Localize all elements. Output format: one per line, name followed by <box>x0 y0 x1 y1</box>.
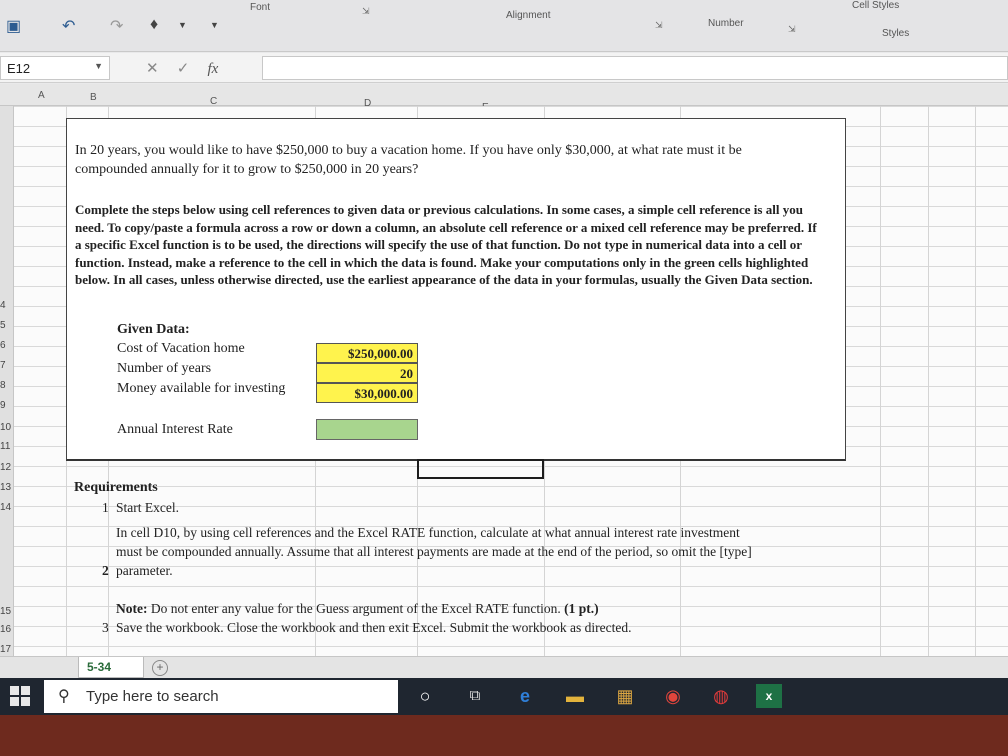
requirement-3-text: Save the workbook. Close the workbook an… <box>116 620 632 635</box>
row-header-12[interactable]: 12 <box>0 462 11 473</box>
given-data-title: Given Data: <box>117 322 190 337</box>
row-header-4[interactable]: 4 <box>0 300 6 311</box>
requirement-3-number: 3 <box>102 620 109 635</box>
dropdown-icon[interactable]: ▼ <box>178 20 187 30</box>
requirement-2-line-2: must be compounded annually. Assume that… <box>116 544 752 559</box>
number-dialog-launcher-icon[interactable]: ⇲ <box>788 24 796 35</box>
windows-start-icon[interactable] <box>10 686 30 706</box>
save-icon[interactable]: ▣ <box>6 16 21 36</box>
row-header-9[interactable]: 9 <box>0 400 6 411</box>
redo-icon[interactable]: ↷ <box>110 16 123 36</box>
note-prefix: Note: <box>116 601 148 616</box>
search-icon: ⚲ <box>58 688 70 705</box>
row-header-7[interactable]: 7 <box>0 360 6 371</box>
row-header-6[interactable]: 6 <box>0 340 6 351</box>
question-text: In 20 years, you would like to have $250… <box>75 143 742 177</box>
app-icon[interactable]: ◍ <box>708 684 734 708</box>
requirement-2-number: 2 <box>102 563 109 578</box>
customize-qat-icon[interactable]: ▼ <box>210 20 219 30</box>
new-sheet-icon[interactable]: + <box>152 660 168 676</box>
annual-rate-input-cell[interactable] <box>316 419 418 440</box>
note-text: Do not enter any value for the Guess arg… <box>150 601 561 616</box>
search-placeholder: Type here to search <box>86 688 219 705</box>
insert-function-icon[interactable]: fx <box>208 61 219 77</box>
formula-input[interactable] <box>262 56 1008 80</box>
alignment-dialog-launcher-icon[interactable]: ⇲ <box>655 20 663 31</box>
row-header-8[interactable]: 8 <box>0 380 6 391</box>
column-headers: A B C D E F G H I J K <box>0 84 1008 132</box>
cell-styles-button[interactable]: Cell Styles <box>852 0 899 11</box>
sheet-tab-5-34[interactable]: 5-34 <box>78 657 144 678</box>
row-header-16[interactable]: 16 <box>0 624 11 635</box>
ribbon-group-styles: Styles <box>882 28 910 39</box>
requirement-1-number: 1 <box>102 500 109 515</box>
requirement-1-text: Start Excel. <box>116 500 179 515</box>
row-header-17[interactable]: 17 <box>0 644 11 655</box>
instructions-textbox[interactable]: In 20 years, you would like to have $250… <box>66 118 846 461</box>
requirement-note: Note: Do not enter any value for the Gue… <box>116 600 816 619</box>
name-box[interactable]: E12 ▼ <box>0 56 110 80</box>
chevron-down-icon[interactable]: ▼ <box>94 61 103 71</box>
row-header-14[interactable]: 14 <box>0 502 11 513</box>
given-label-years: Number of years <box>117 361 212 376</box>
file-explorer-icon[interactable]: ▬ <box>562 684 588 708</box>
cortana-icon[interactable]: ○ <box>412 684 438 708</box>
excel-icon[interactable]: x <box>756 684 782 708</box>
requirements-title: Requirements <box>74 480 158 495</box>
gridline <box>928 106 929 656</box>
row-header-10[interactable]: 10 <box>0 422 11 433</box>
column-header-b[interactable]: B <box>90 92 97 103</box>
undo-icon[interactable]: ↶ <box>62 16 75 36</box>
row-header-5[interactable]: 5 <box>0 320 6 331</box>
gridline <box>975 106 976 656</box>
row-header-15[interactable]: 15 <box>0 606 11 617</box>
requirement-2-line-3: parameter. <box>116 563 173 578</box>
sheet-tab-bar: 5-34 + <box>0 656 1008 678</box>
row-headers: 4 5 6 7 8 9 10 11 12 13 14 15 16 17 <box>0 106 14 656</box>
task-view-icon[interactable]: ⧉ <box>462 684 488 708</box>
column-header-a[interactable]: A <box>38 90 45 101</box>
store-icon[interactable]: ▦ <box>612 684 638 708</box>
note-points: (1 pt.) <box>564 601 599 616</box>
row-header-13[interactable]: 13 <box>0 482 11 493</box>
windows-taskbar: ⚲ Type here to search ○ ⧉ e ▬ ▦ ◉ ◍ x <box>0 678 1008 715</box>
gridline <box>880 106 881 656</box>
ribbon: Font ⇲ Alignment ⇲ Number ⇲ Cell Styles … <box>0 0 1008 52</box>
ribbon-group-number: Number <box>708 18 744 29</box>
chrome-icon[interactable]: ◉ <box>660 684 686 708</box>
name-box-value: E12 <box>7 61 31 76</box>
given-label-cost: Cost of Vacation home <box>117 341 245 356</box>
enter-icon[interactable]: ✓ <box>177 60 190 77</box>
formula-controls: ✕ ✓ fx <box>120 59 218 78</box>
excel-window: Font ⇲ Alignment ⇲ Number ⇲ Cell Styles … <box>0 0 1008 715</box>
ribbon-group-font: Font <box>250 2 271 13</box>
selected-cell-e12[interactable] <box>417 459 544 479</box>
row-header-11[interactable]: 11 <box>0 441 10 452</box>
font-dialog-launcher-icon[interactable]: ⇲ <box>362 6 370 17</box>
annual-rate-label: Annual Interest Rate <box>117 422 233 437</box>
edge-browser-icon[interactable]: e <box>512 684 538 708</box>
given-value-cost[interactable]: $250,000.00 <box>316 343 418 363</box>
given-label-money: Money available for investing <box>117 381 286 396</box>
format-painter-icon[interactable]: ♦ <box>150 16 158 34</box>
given-value-money[interactable]: $30,000.00 <box>316 383 418 403</box>
cancel-icon[interactable]: ✕ <box>146 60 159 77</box>
requirement-2-line-1: In cell D10, by using cell references an… <box>116 525 740 540</box>
ribbon-group-alignment: Alignment <box>506 10 551 21</box>
taskbar-search-box[interactable]: ⚲ Type here to search <box>44 680 398 713</box>
given-value-years[interactable]: 20 <box>316 363 418 383</box>
formula-bar: E12 ▼ ✕ ✓ fx <box>0 53 1008 83</box>
instructions-text: Complete the steps below using cell refe… <box>75 202 817 287</box>
